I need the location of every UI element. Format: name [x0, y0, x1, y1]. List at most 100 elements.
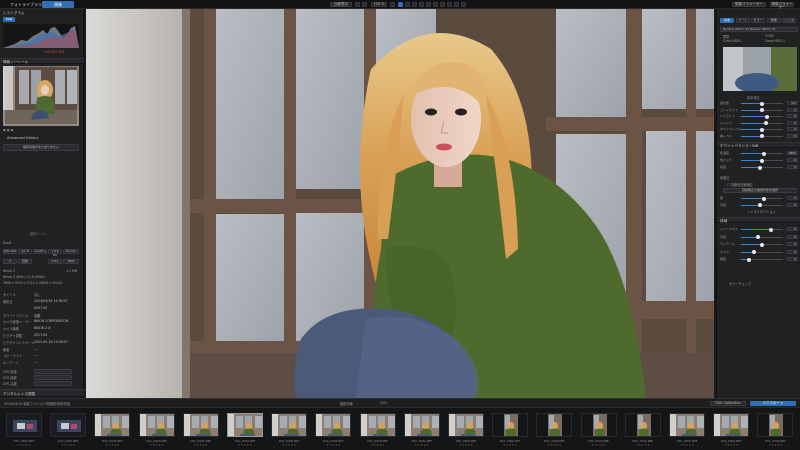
- exposure-value[interactable]: +0.0 EV: [48, 249, 62, 256]
- slider-knob[interactable]: [760, 101, 764, 106]
- thumbnail[interactable]: [448, 413, 484, 437]
- detail-header[interactable]: 詳細: [717, 217, 800, 223]
- auto-target-select[interactable]: 自動補正の適用対象を選択: [723, 188, 797, 193]
- slider-knob[interactable]: [762, 151, 767, 156]
- shutter-value[interactable]: 1/125 s: [33, 249, 47, 254]
- tab-develop[interactable]: 現像: [42, 1, 74, 8]
- slider-knob[interactable]: [755, 235, 760, 239]
- undo-icon[interactable]: [454, 2, 459, 7]
- slider-value[interactable]: 0: [787, 127, 798, 131]
- adjust-slider[interactable]: [741, 108, 783, 112]
- thumbnail-rating[interactable]: ★★★★★: [402, 443, 442, 447]
- thumbnail[interactable]: [536, 413, 573, 437]
- redo-icon[interactable]: [461, 2, 466, 7]
- slider-value[interactable]: 0: [787, 249, 798, 254]
- adjust-slider[interactable]: [741, 242, 783, 247]
- thumbnail-rating[interactable]: ★★★★★: [579, 443, 619, 447]
- slider-value[interactable]: 0: [787, 202, 798, 207]
- adjust-slider[interactable]: [741, 235, 783, 239]
- thumbnail[interactable]: [403, 413, 440, 437]
- focal-value[interactable]: 50 mm: [63, 249, 79, 254]
- thumbnail-rating[interactable]: ★★★★★: [711, 443, 751, 447]
- thumbnail[interactable]: [315, 413, 352, 437]
- thumbnail-rating[interactable]: ★★★★★: [623, 443, 663, 447]
- main-image[interactable]: [86, 9, 714, 398]
- preset-button[interactable]: 現像パラメーター: [732, 2, 766, 7]
- radio-clear-hdr[interactable]: Clear(HDR): [723, 39, 741, 43]
- thumbnail-rating[interactable]: ★★★★★: [755, 443, 795, 447]
- adjust-slider[interactable]: [741, 257, 783, 262]
- compare-view-button[interactable]: 比較表示: [330, 2, 352, 7]
- parameter-button[interactable]: 現像パラメーター: [770, 2, 794, 9]
- thumbnail[interactable]: [624, 413, 661, 437]
- slider-value[interactable]: 0: [787, 234, 798, 239]
- format-value[interactable]: RAW: [63, 259, 79, 264]
- color-check-label[interactable]: カラーチェック: [729, 281, 751, 286]
- adjust-slider[interactable]: [741, 151, 783, 156]
- mask-icon[interactable]: [433, 2, 438, 7]
- slider-knob[interactable]: [769, 227, 774, 232]
- spot-icon[interactable]: [412, 2, 417, 7]
- slider-value[interactable]: 0: [787, 114, 798, 118]
- flash-value[interactable]: F: [3, 259, 17, 264]
- color-section[interactable]: 色補正: [720, 175, 730, 180]
- slider-value[interactable]: 0: [787, 242, 798, 246]
- thumbnail[interactable]: [713, 413, 750, 437]
- thumbnail-rating[interactable]: ★★★★★: [446, 443, 486, 447]
- grid-icon[interactable]: [362, 2, 367, 7]
- slider-value[interactable]: 0: [787, 107, 798, 112]
- adjust-tab[interactable]: トーン: [735, 18, 750, 23]
- adjust-slider[interactable]: [741, 114, 783, 119]
- thumbnail-rating[interactable]: ★★★★★: [48, 443, 88, 447]
- histogram-mode-select[interactable]: RGB: [3, 17, 15, 22]
- thumbnail-rating[interactable]: ★★★★★: [4, 443, 44, 447]
- adjust-tab[interactable]: 基本: [720, 18, 734, 23]
- slider-knob[interactable]: [757, 203, 762, 207]
- advanced-history-label[interactable]: Advanced History: [7, 136, 39, 140]
- slider-value[interactable]: 0: [787, 120, 798, 125]
- eyedropper-icon[interactable]: [440, 2, 445, 7]
- thumbnail-rating[interactable]: ★★★★★: [137, 443, 177, 447]
- thumbnail[interactable]: [580, 413, 617, 437]
- thumbnail-rating[interactable]: ★★★★★: [313, 443, 353, 447]
- adjust-slider[interactable]: [741, 203, 783, 207]
- fit-icon[interactable]: [390, 2, 395, 7]
- gradient-icon[interactable]: [426, 2, 431, 7]
- gps-field[interactable]: [34, 375, 72, 380]
- thumbnail-rating[interactable]: ★★★★★: [490, 443, 530, 447]
- thumbnail-rating[interactable]: ★★★★★: [181, 443, 221, 447]
- adjust-slider[interactable]: [741, 227, 783, 232]
- adjust-slider[interactable]: [741, 250, 783, 254]
- rotate-icon[interactable]: [405, 2, 410, 7]
- brush-icon[interactable]: [419, 2, 424, 7]
- slider-knob[interactable]: [751, 250, 756, 254]
- slider-knob[interactable]: [762, 196, 767, 201]
- gps-field[interactable]: [34, 369, 72, 374]
- radio-tone[interactable]: TONE: [765, 34, 774, 38]
- wb-header[interactable]: ホワイトバランス・WB: [717, 142, 800, 148]
- thumbnail-rating[interactable]: ★★★★★: [225, 443, 265, 447]
- slider-value[interactable]: 0: [787, 227, 798, 231]
- thumbnail-rating[interactable]: ★★★★★: [92, 443, 132, 447]
- slider-value[interactable]: 0: [787, 165, 798, 169]
- wb-value[interactable]: Auto: [48, 259, 62, 264]
- thumbnail[interactable]: [182, 413, 219, 437]
- slider-knob[interactable]: [765, 114, 770, 119]
- thumbnail[interactable]: [6, 413, 42, 437]
- thumbnail[interactable]: [94, 413, 131, 437]
- adjust-slider[interactable]: [741, 134, 783, 138]
- adjust-slider[interactable]: [741, 165, 783, 170]
- compare-icon[interactable]: [447, 2, 452, 7]
- slider-knob[interactable]: [760, 242, 764, 247]
- gps-field[interactable]: [34, 381, 72, 386]
- aperture-value[interactable]: 1/1.8: [18, 249, 32, 254]
- thumbnail[interactable]: [359, 413, 396, 437]
- thumbnail[interactable]: [757, 413, 794, 437]
- thumbnail[interactable]: [271, 413, 308, 437]
- lens-correction-header[interactable]: デジタルレンズ調整: [0, 389, 84, 397]
- thumbnail[interactable]: [50, 413, 87, 437]
- radio-deep-hdr[interactable]: DeepHDR(1): [765, 39, 785, 43]
- slider-value[interactable]: 0: [787, 133, 798, 138]
- slider-knob[interactable]: [760, 108, 764, 112]
- navigator-preview[interactable]: [3, 66, 79, 126]
